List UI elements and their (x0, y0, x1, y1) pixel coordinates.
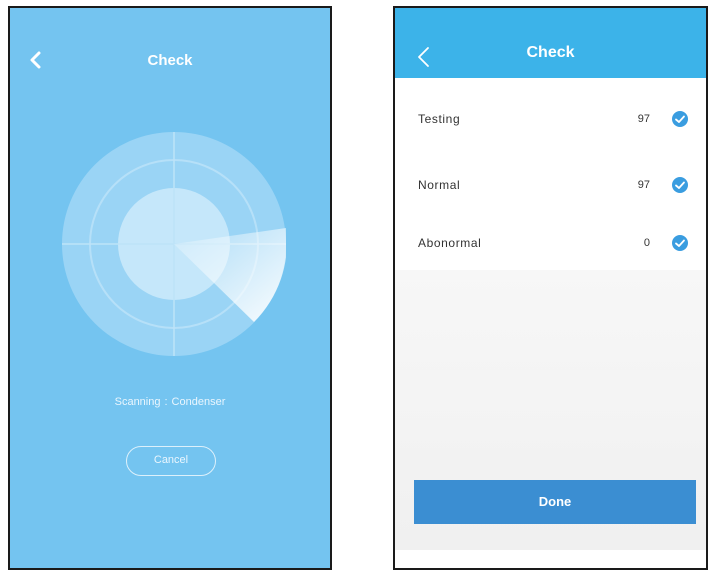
scan-header: Check (10, 8, 330, 118)
result-count: 97 (637, 113, 650, 125)
result-row-normal: Normal 97 (395, 164, 706, 204)
scan-status-separator: : (164, 396, 168, 408)
check-circle-icon (672, 177, 688, 193)
check-circle-icon (672, 235, 688, 251)
result-row-abnormal: Abonormal 0 (395, 222, 706, 262)
result-label: Testing (418, 112, 461, 126)
cancel-button[interactable]: Cancel (126, 446, 216, 476)
result-count: 97 (637, 179, 650, 191)
done-button[interactable]: Done (414, 480, 696, 524)
result-count: 0 (643, 237, 650, 249)
page-title: Check (147, 52, 193, 69)
results-header: Check (395, 8, 706, 78)
scan-component: Condenser (171, 396, 226, 408)
result-label: Normal (418, 178, 461, 192)
scan-status: Scanning: Condenser (10, 396, 330, 408)
scanning-screen: Check Scanning: Condenser Cancel (8, 6, 332, 570)
page-title: Check (526, 44, 575, 61)
scan-status-label: Scanning (114, 396, 161, 408)
result-label: Abonormal (418, 236, 482, 250)
results-screen: Check Testing 97 Normal 97 Abonormal 0 D… (393, 6, 708, 570)
radar-scan-graphic (62, 132, 286, 356)
result-row-testing: Testing 97 (395, 98, 706, 138)
check-circle-icon (672, 111, 688, 127)
